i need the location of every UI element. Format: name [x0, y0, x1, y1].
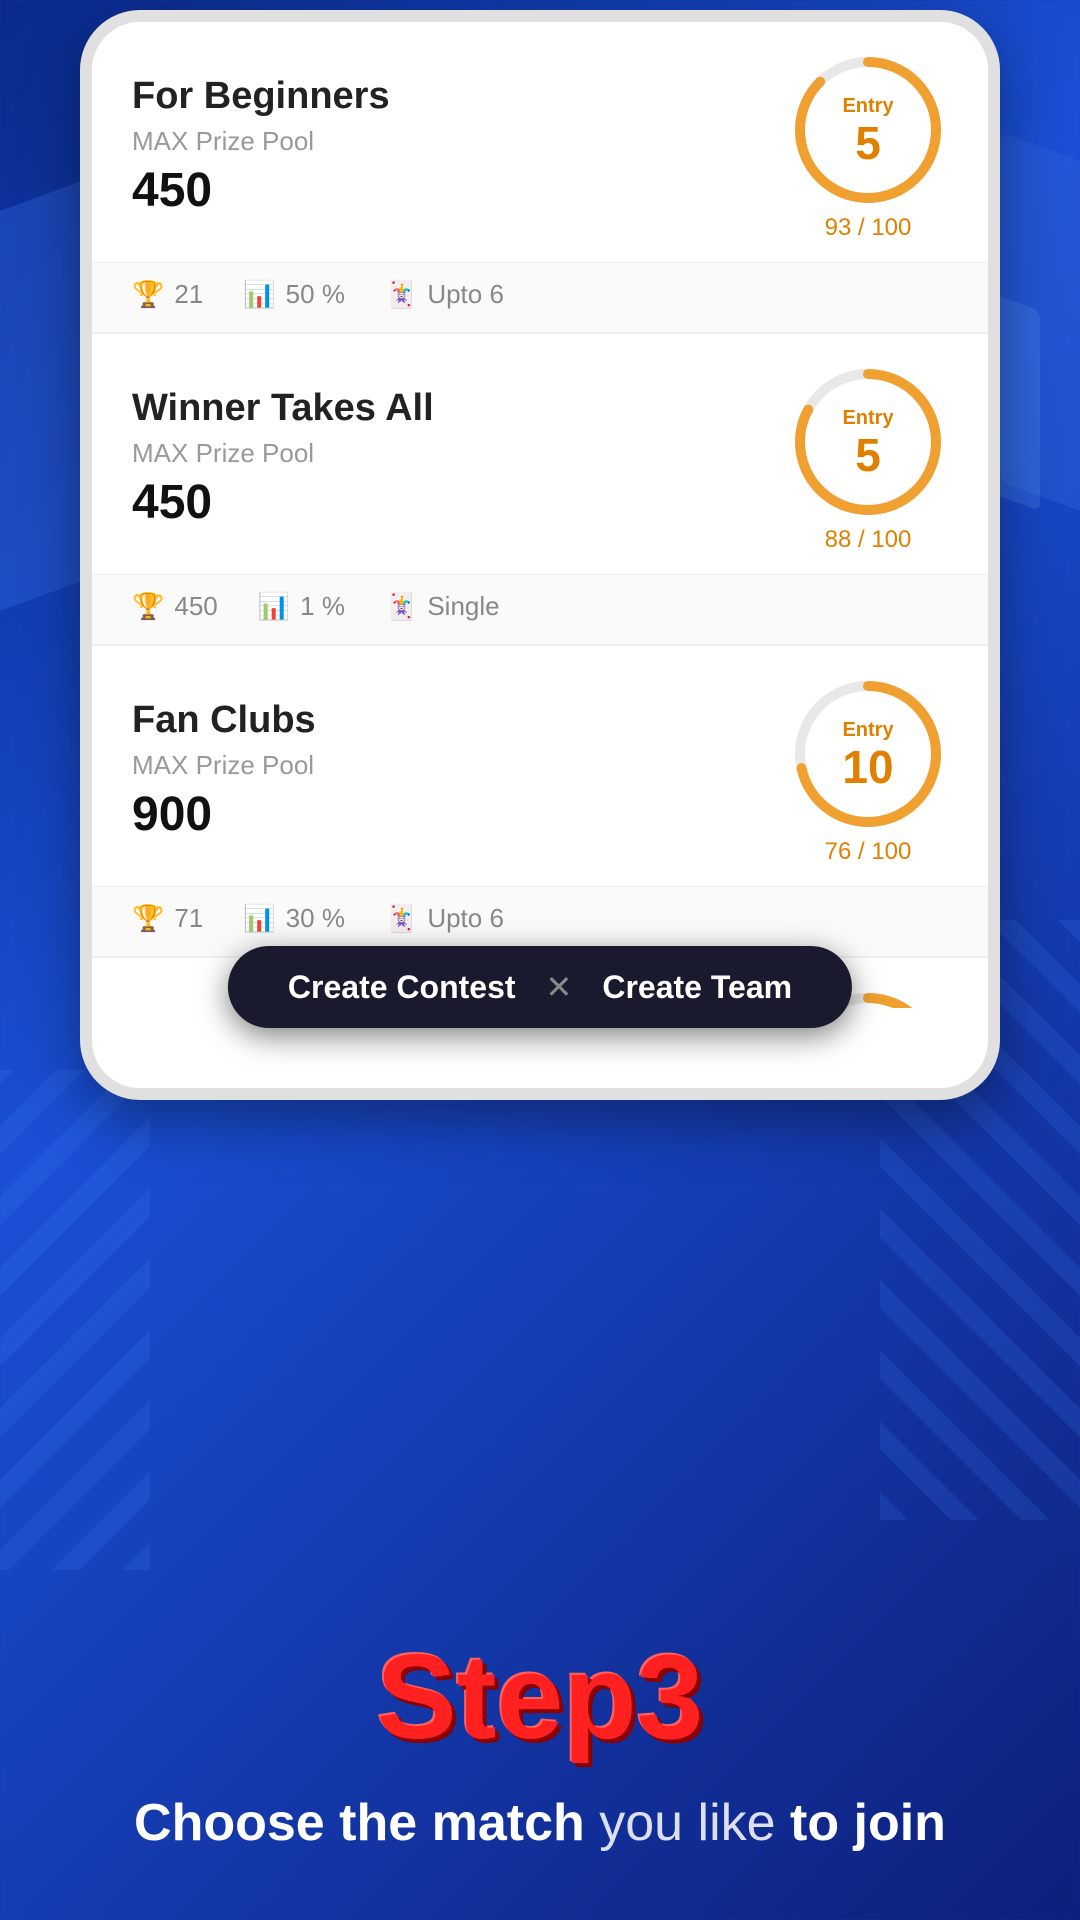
stat-winners-0: 🏆 21	[132, 279, 203, 310]
contest-card-winner-takes-all[interactable]: Winner Takes All MAX Prize Pool 450	[92, 334, 988, 646]
contests-list: For Beginners MAX Prize Pool 450	[92, 22, 988, 1008]
trophy-icon-1: 🏆	[132, 591, 164, 622]
entry-number-1: 5	[855, 432, 881, 478]
stat-team-value-1: Single	[427, 591, 499, 622]
bottom-section: Step3 Choose the match you like to join	[0, 1120, 1080, 1920]
entry-badge-for-beginners: Entry 5 93 / 100	[788, 50, 948, 242]
card-info-for-beginners: For Beginners MAX Prize Pool 450	[132, 75, 788, 218]
entry-badge-winner: Entry 5 88 / 100	[788, 362, 948, 554]
entry-circle-for-beginners: Entry 5	[788, 50, 948, 210]
entry-badge-fan-clubs: Entry 10 76 / 100	[788, 674, 948, 866]
create-contest-button[interactable]: Create Contest	[288, 969, 516, 1006]
stat-winners-value-1: 450	[174, 591, 217, 622]
bg-decoration-left	[0, 178, 90, 622]
create-team-button[interactable]: Create Team	[602, 969, 792, 1006]
trophy-icon-0: 🏆	[132, 279, 164, 310]
trophy-icon-2: 🏆	[132, 903, 164, 934]
team-icon-2: 🃏	[385, 903, 417, 934]
contest-card-for-beginners[interactable]: For Beginners MAX Prize Pool 450	[92, 22, 988, 334]
card-prize-for-beginners: 450	[132, 163, 788, 218]
stat-percent-1: 📊 1 %	[258, 591, 345, 622]
step-description: Choose the match you like to join	[74, 1787, 1006, 1860]
card-prize-fan-clubs: 900	[132, 787, 788, 842]
team-icon-0: 🃏	[385, 279, 417, 310]
stat-percent-value-2: 30 %	[286, 903, 345, 934]
card-stats-for-beginners: 🏆 21 📊 50 % 🃏 Upto 6	[92, 262, 988, 332]
contest-card-fan-clubs[interactable]: Fan Clubs MAX Prize Pool 900	[92, 646, 988, 958]
step-description-part1: Choose the match	[134, 1794, 585, 1852]
card-title-winner: Winner Takes All	[132, 387, 788, 430]
entry-label-2: Entry	[842, 719, 893, 742]
step-label: Step3	[377, 1637, 704, 1757]
entry-number-2: 10	[842, 744, 893, 790]
entry-number-0: 5	[855, 120, 881, 166]
stat-winners-2: 🏆 71	[132, 903, 203, 934]
stat-winners-value-2: 71	[174, 903, 203, 934]
entry-circle-fan-clubs: Entry 10	[788, 674, 948, 834]
card-info-winner: Winner Takes All MAX Prize Pool 450	[132, 387, 788, 530]
stat-team-0: 🃏 Upto 6	[385, 279, 504, 310]
stat-percent-value-1: 1 %	[300, 591, 345, 622]
stat-percent-0: 📊 50 %	[243, 279, 345, 310]
stat-percent-value-0: 50 %	[286, 279, 345, 310]
entry-label-0: Entry	[842, 95, 893, 118]
card-stats-winner: 🏆 450 📊 1 % 🃏 Single	[92, 574, 988, 644]
chart-icon-1: 📊	[258, 591, 290, 622]
card-prize-label-winner: MAX Prize Pool	[132, 438, 788, 469]
phone-screen: For Beginners MAX Prize Pool 450	[92, 22, 988, 1088]
stat-winners-1: 🏆 450	[132, 591, 218, 622]
card-prize-label-fan-clubs: MAX Prize Pool	[132, 750, 788, 781]
entry-label-1: Entry	[842, 407, 893, 430]
team-icon-1: 🃏	[385, 591, 417, 622]
phone-mockup: For Beginners MAX Prize Pool 450	[80, 10, 1000, 1100]
card-title-for-beginners: For Beginners	[132, 75, 788, 118]
stat-percent-2: 📊 30 %	[243, 903, 345, 934]
entry-count-fan-clubs: 76 / 100	[825, 838, 912, 866]
entry-count-for-beginners: 93 / 100	[825, 214, 912, 242]
stat-team-value-0: Upto 6	[427, 279, 504, 310]
card-prize-winner: 450	[132, 475, 788, 530]
card-title-fan-clubs: Fan Clubs	[132, 699, 788, 742]
entry-circle-winner: Entry 5	[788, 362, 948, 522]
chart-icon-2: 📊	[243, 903, 275, 934]
card-prize-label-for-beginners: MAX Prize Pool	[132, 126, 788, 157]
action-bar-divider-icon: ✕	[546, 968, 573, 1006]
step-description-part3: to join	[790, 1794, 946, 1852]
card-info-fan-clubs: Fan Clubs MAX Prize Pool 900	[132, 699, 788, 842]
chart-icon-0: 📊	[243, 279, 275, 310]
stat-team-value-2: Upto 6	[427, 903, 504, 934]
stat-winners-value-0: 21	[174, 279, 203, 310]
stat-team-2: 🃏 Upto 6	[385, 903, 504, 934]
stat-team-1: 🃏 Single	[385, 591, 500, 622]
entry-count-winner: 88 / 100	[825, 526, 912, 554]
action-bar[interactable]: Create Contest ✕ Create Team	[228, 946, 852, 1028]
step-description-part2: you like	[585, 1794, 790, 1852]
